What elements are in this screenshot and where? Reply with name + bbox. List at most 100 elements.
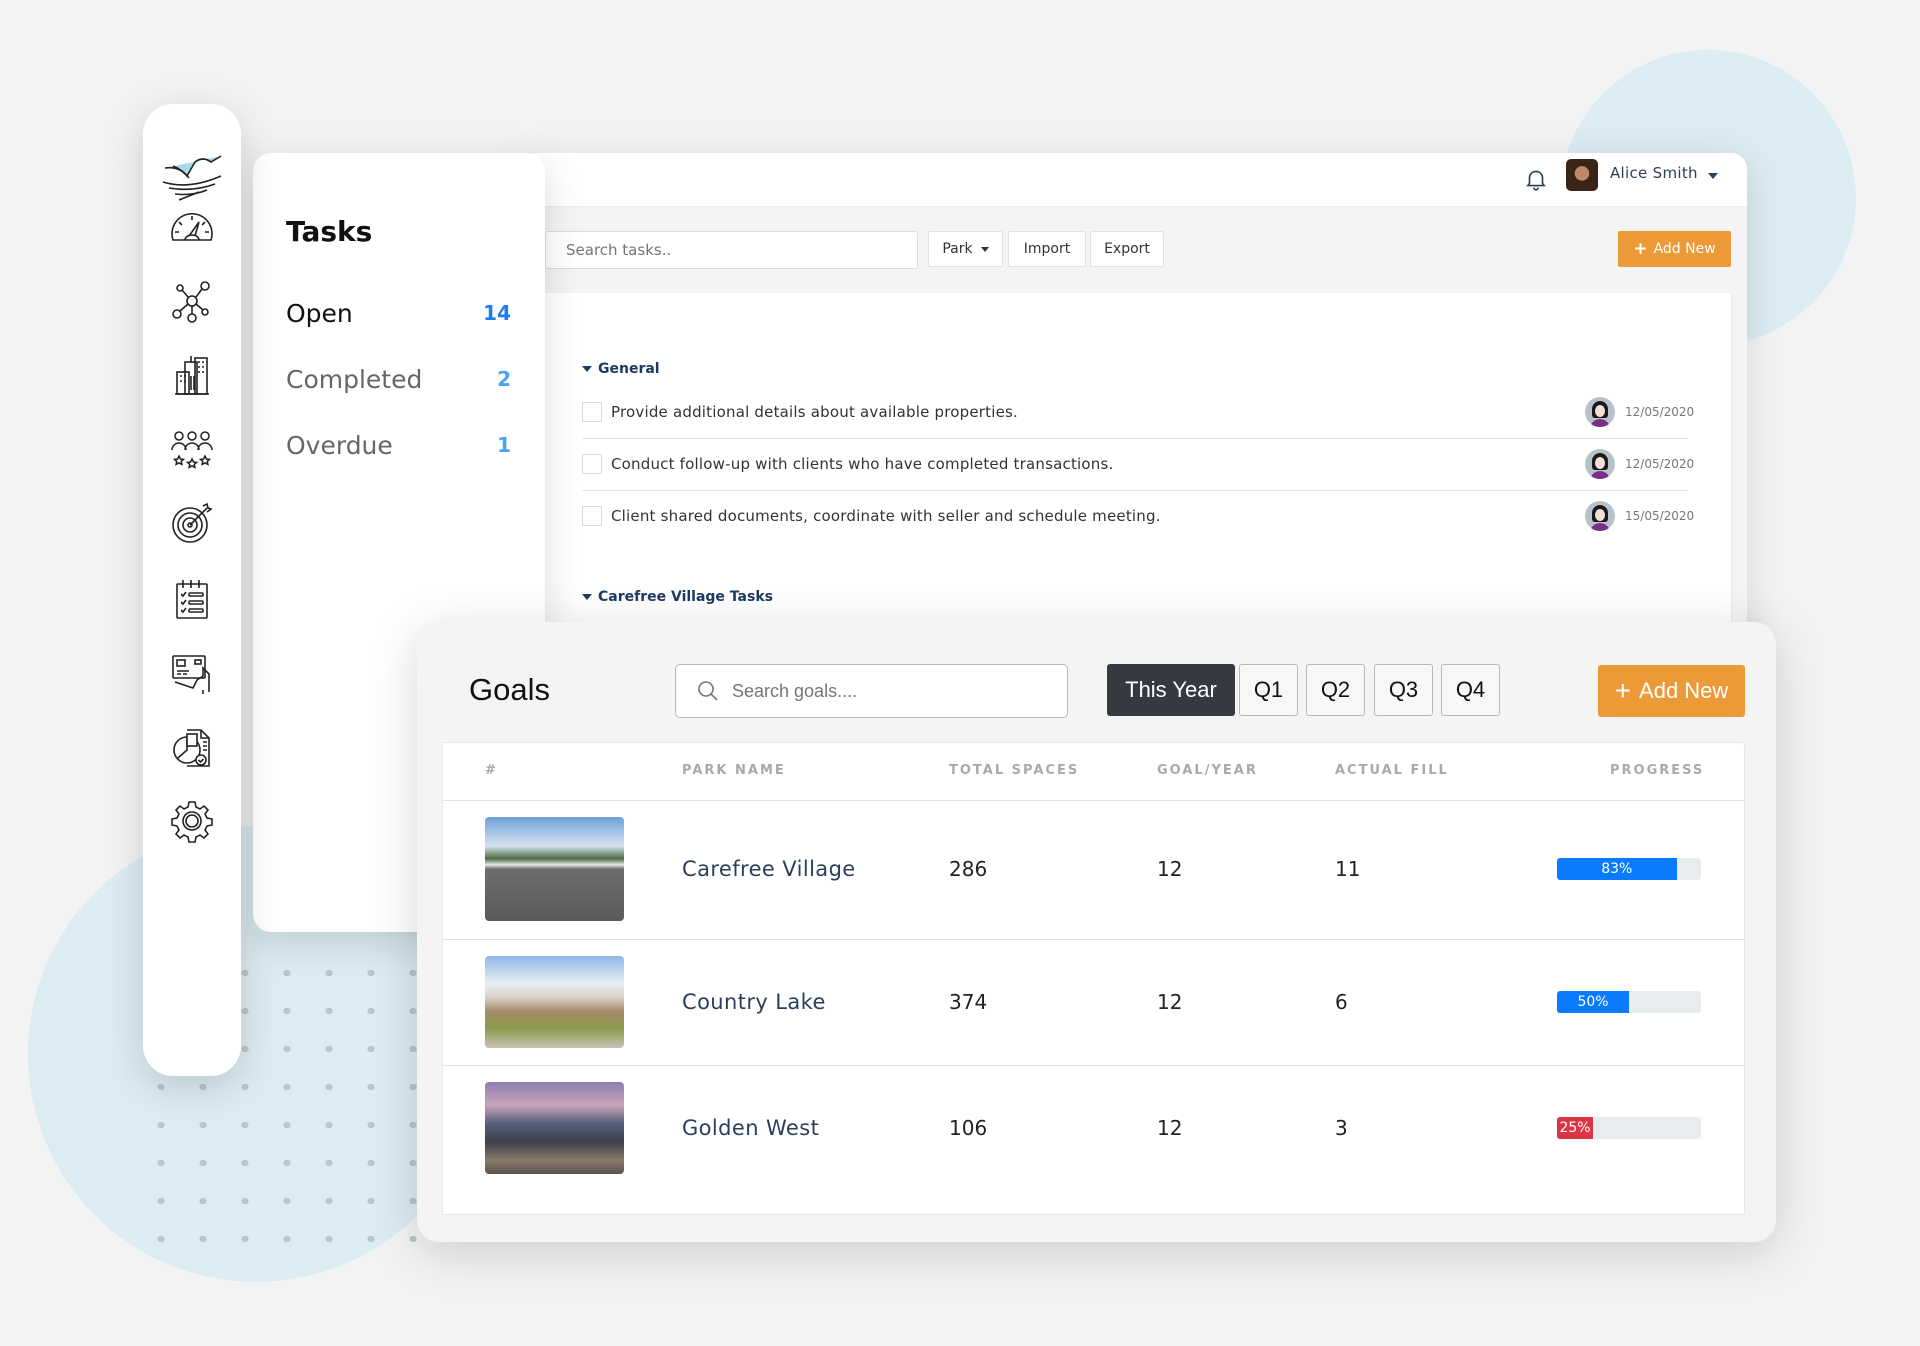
table-row[interactable]: Golden West 106 12 3 25%: [443, 1066, 1744, 1192]
decorative-dot-grid: [266, 954, 426, 1104]
bird-nest-logo[interactable]: [159, 152, 225, 204]
caret-down-icon: [980, 246, 989, 252]
filter-label: Overdue: [286, 430, 393, 460]
period-this-year[interactable]: This Year: [1107, 664, 1235, 716]
export-label: Export: [1104, 241, 1150, 257]
table-row[interactable]: Country Lake 374 12 6 50%: [443, 940, 1744, 1066]
column-header-progress[interactable]: PROGRESS: [1610, 763, 1704, 778]
buildings-icon: [175, 356, 209, 395]
task-list-card: General Provide additional details about…: [545, 293, 1731, 673]
park-photo-golden-west: [485, 1082, 624, 1174]
period-q3[interactable]: Q3: [1374, 664, 1433, 716]
column-header-park-name[interactable]: PARK NAME: [682, 763, 786, 778]
assignee-avatar[interactable]: [1585, 397, 1615, 427]
filter-count: 2: [497, 367, 511, 391]
tasks-filter-completed[interactable]: Completed 2: [286, 359, 511, 399]
filter-label: Completed: [286, 364, 423, 394]
column-header-index: #: [485, 763, 498, 778]
plus-icon: +: [1614, 675, 1632, 706]
goals-search-input[interactable]: [732, 680, 1032, 702]
nav-reports[interactable]: [167, 722, 217, 772]
task-date: 15/05/2020: [1625, 509, 1695, 523]
column-header-actual-fill[interactable]: ACTUAL FILL: [1335, 763, 1449, 778]
tasks-panel-title: Tasks: [286, 215, 373, 248]
add-task-button[interactable]: + Add New: [1618, 231, 1731, 267]
park-photo-country-lake: [485, 956, 624, 1048]
period-q2[interactable]: Q2: [1306, 664, 1365, 716]
task-text[interactable]: Conduct follow-up with clients who have …: [611, 455, 1113, 473]
progress-fill: 50%: [1557, 991, 1629, 1013]
park-name[interactable]: Golden West: [682, 1116, 819, 1140]
table-row[interactable]: Carefree Village 286 12 11 83%: [443, 801, 1744, 940]
assignee-avatar[interactable]: [1585, 501, 1615, 531]
tasks-window: Alice Smith Park Import Export + Add New…: [520, 153, 1747, 673]
progress-bar: 25%: [1557, 1117, 1701, 1139]
total-spaces: 286: [949, 857, 988, 881]
goals-title: Goals: [469, 672, 550, 707]
nav-payments[interactable]: [167, 648, 217, 698]
park-filter-dropdown[interactable]: Park: [928, 231, 1003, 267]
bell-icon[interactable]: [1523, 166, 1549, 192]
network-icon: [172, 281, 210, 323]
checklist-icon: [176, 580, 208, 619]
table-header: # PARK NAME TOTAL SPACES GOAL/YEAR ACTUA…: [443, 743, 1744, 801]
goal-per-year: 12: [1157, 990, 1183, 1014]
column-header-goal-year[interactable]: GOAL/YEAR: [1157, 763, 1258, 778]
task-checkbox[interactable]: [582, 402, 602, 422]
task-date: 12/05/2020: [1625, 405, 1695, 419]
user-avatar[interactable]: [1566, 159, 1598, 191]
park-name[interactable]: Country Lake: [682, 990, 826, 1014]
nav-residents[interactable]: [167, 424, 217, 474]
park-name[interactable]: Carefree Village: [682, 857, 856, 881]
tasks-filter-overdue[interactable]: Overdue 1: [286, 425, 511, 465]
target-icon: [172, 502, 213, 543]
task-group-title: General: [598, 361, 660, 377]
caret-down-icon: [582, 366, 592, 372]
goals-table: # PARK NAME TOTAL SPACES GOAL/YEAR ACTUA…: [442, 742, 1745, 1215]
actual-fill: 3: [1335, 1116, 1348, 1140]
task-checkbox[interactable]: [582, 454, 602, 474]
sidebar: [143, 104, 241, 1076]
column-header-total-spaces[interactable]: TOTAL SPACES: [949, 763, 1079, 778]
chevron-down-icon[interactable]: [1708, 173, 1718, 179]
add-task-label: Add New: [1653, 241, 1716, 257]
progress-label: 25%: [1559, 1120, 1591, 1136]
tasks-filter-open[interactable]: Open 14: [286, 293, 511, 333]
task-row: Provide additional details about availab…: [582, 387, 1694, 439]
assignee-avatar[interactable]: [1585, 449, 1615, 479]
goal-per-year: 12: [1157, 1116, 1183, 1140]
goals-search-box[interactable]: [675, 664, 1068, 718]
report-chart-icon: [173, 729, 210, 767]
card-payment-icon: [172, 655, 210, 694]
progress-label: 50%: [1577, 994, 1609, 1010]
import-button[interactable]: Import: [1008, 231, 1086, 267]
export-button[interactable]: Export: [1090, 231, 1164, 267]
nav-settings[interactable]: [167, 796, 217, 846]
progress-fill: 83%: [1557, 858, 1677, 880]
task-group-general-toggle[interactable]: General: [582, 361, 660, 377]
task-group-carefree-toggle[interactable]: Carefree Village Tasks: [582, 589, 773, 605]
gear-icon: [171, 801, 213, 843]
add-goal-button[interactable]: + Add New: [1598, 665, 1745, 717]
period-q4[interactable]: Q4: [1441, 664, 1500, 716]
nav-tasks[interactable]: [167, 574, 217, 624]
import-label: Import: [1023, 241, 1071, 257]
user-name[interactable]: Alice Smith: [1610, 164, 1698, 182]
task-checkbox[interactable]: [582, 506, 602, 526]
task-search-input[interactable]: [545, 231, 918, 269]
task-row: Conduct follow-up with clients who have …: [582, 439, 1694, 491]
progress-bar: 83%: [1557, 858, 1701, 880]
task-text[interactable]: Provide additional details about availab…: [611, 403, 1018, 421]
period-q1[interactable]: Q1: [1239, 664, 1298, 716]
actual-fill: 11: [1335, 857, 1361, 881]
actual-fill: 6: [1335, 990, 1348, 1014]
filter-count: 14: [483, 301, 511, 325]
progress-label: 83%: [1601, 861, 1633, 877]
progress-fill: 25%: [1557, 1117, 1593, 1139]
nav-properties[interactable]: [167, 350, 217, 400]
nav-network[interactable]: [167, 276, 217, 326]
nav-goals[interactable]: [167, 498, 217, 548]
nav-dashboard[interactable]: [167, 202, 217, 252]
task-text[interactable]: Client shared documents, coordinate with…: [611, 507, 1161, 525]
plus-icon: +: [1633, 239, 1648, 259]
